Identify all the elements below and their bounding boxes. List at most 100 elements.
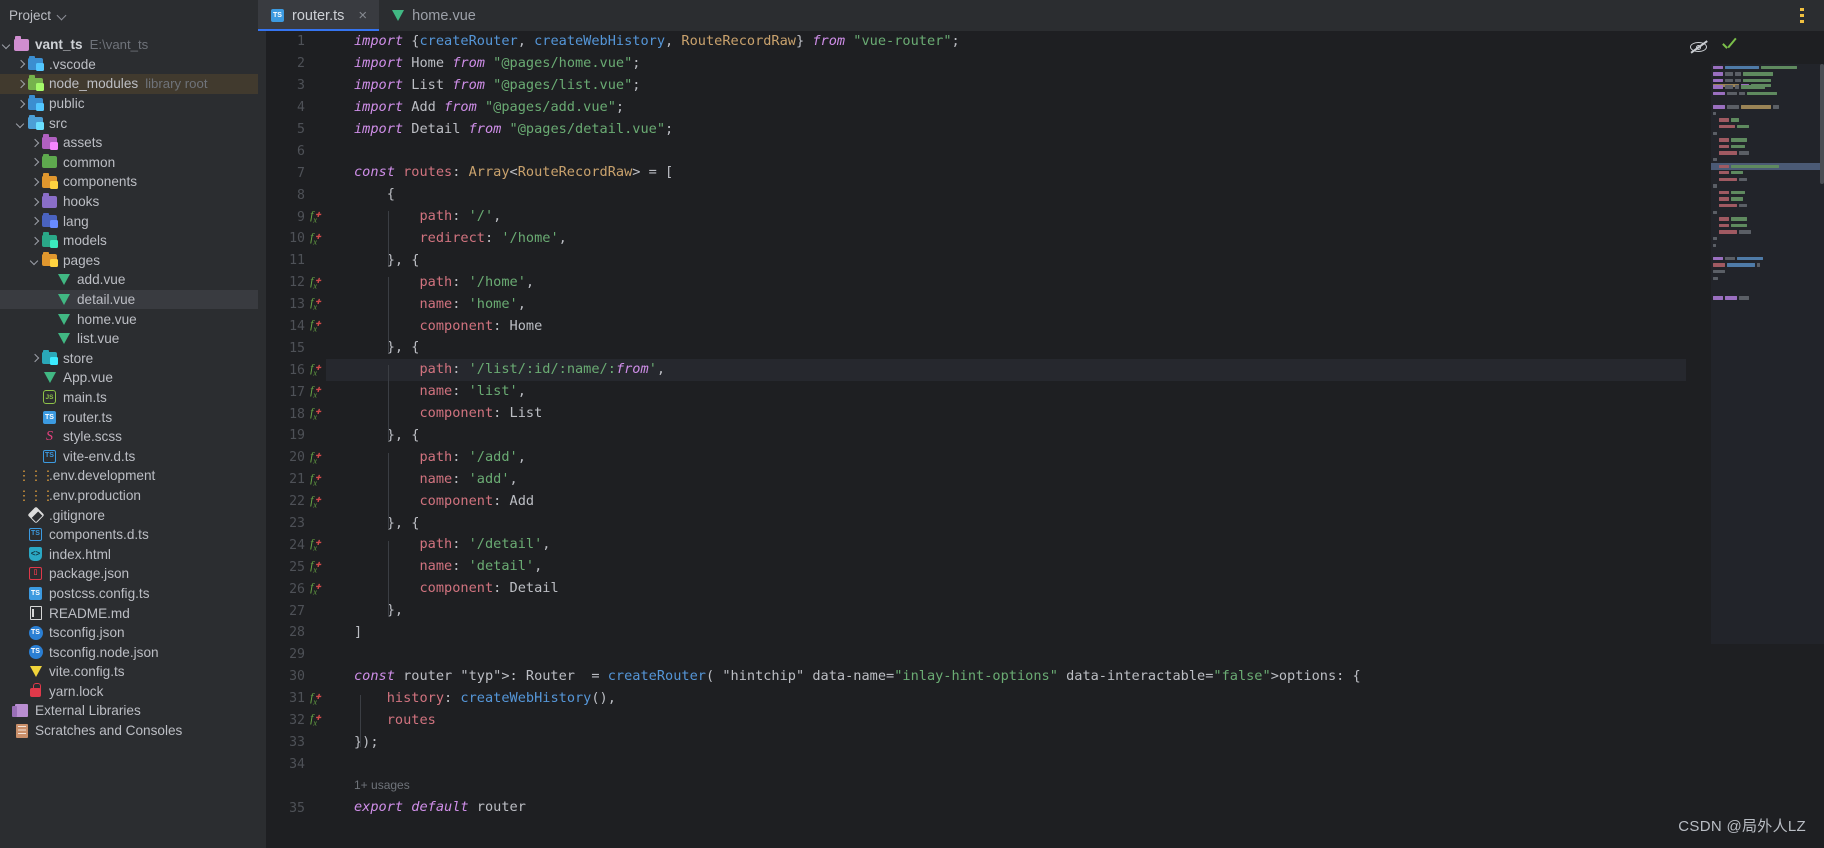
- tree-item-style-scss[interactable]: Sstyle.scss: [0, 427, 258, 447]
- code-line-14[interactable]: component: Home: [354, 316, 1686, 338]
- chevron-right-icon[interactable]: [14, 58, 27, 71]
- gutter-line-29[interactable]: 29fx✚: [258, 644, 326, 666]
- code-line-33[interactable]: });: [354, 732, 1686, 754]
- tree-item-vite-env-d-ts[interactable]: TS vite-env.d.ts: [0, 446, 258, 466]
- code-line-27[interactable]: },: [354, 600, 1686, 622]
- tree-item-assets[interactable]: assets: [0, 133, 258, 153]
- code-content[interactable]: import {createRouter, createWebHistory, …: [326, 31, 1686, 848]
- function-marker-icon[interactable]: fx ✚: [305, 319, 322, 333]
- project-tree[interactable]: vant_ts E:\vant_ts .vscode node_modules libr…: [0, 31, 258, 848]
- gutter-line-35[interactable]: 35fx✚: [258, 797, 326, 819]
- code-editor[interactable]: 1fx✚2fx✚3fx✚4fx✚5fx✚6fx✚7fx✚8fx✚9fx✚10fx…: [258, 31, 1824, 848]
- tree-item-node-modules[interactable]: node_modules library root: [0, 74, 258, 94]
- tab-router-ts[interactable]: TS router.ts ×: [258, 0, 380, 31]
- function-marker-icon[interactable]: fx ✚: [305, 473, 322, 487]
- code-line-30[interactable]: const router "typ">: Router = createRout…: [354, 666, 1686, 688]
- tree-item-app-vue[interactable]: App.vue: [0, 368, 258, 388]
- code-line-19[interactable]: }, {: [354, 425, 1686, 447]
- code-line-32[interactable]: routes: [354, 710, 1686, 732]
- chevron-right-icon[interactable]: [14, 97, 27, 110]
- tree-item--gitignore[interactable]: .gitignore: [0, 505, 258, 525]
- gutter-line-8[interactable]: 8fx✚: [258, 184, 326, 206]
- chevron-down-icon[interactable]: [28, 254, 41, 267]
- tree-item--vscode[interactable]: .vscode: [0, 55, 258, 75]
- tree-item-router-ts[interactable]: TS router.ts: [0, 407, 258, 427]
- tree-item-main-ts[interactable]: main.ts: [0, 388, 258, 408]
- tree-item-pages[interactable]: pages: [0, 251, 258, 271]
- code-line-16[interactable]: path: '/list/:id/:name/:from',: [354, 359, 1686, 382]
- chevron-right-icon[interactable]: [28, 215, 41, 228]
- chevron-down-icon[interactable]: [14, 117, 27, 130]
- code-line-1[interactable]: import {createRouter, createWebHistory, …: [354, 31, 1686, 53]
- chevron-right-icon[interactable]: [28, 156, 41, 169]
- gutter-line-18[interactable]: 18 fx ✚: [258, 403, 326, 425]
- function-marker-icon[interactable]: fx ✚: [305, 363, 322, 377]
- tree-item-common[interactable]: common: [0, 153, 258, 173]
- tree-item-scratches-and-consoles[interactable]: Scratches and Consoles: [0, 721, 258, 741]
- gutter-line-6[interactable]: 6fx✚: [258, 140, 326, 162]
- tree-item--env-development[interactable]: ⋮⋮⋮ .env.development: [0, 466, 258, 486]
- gutter-line-19[interactable]: 19fx✚: [258, 425, 326, 447]
- function-marker-icon[interactable]: fx ✚: [305, 407, 322, 421]
- tree-item-hooks[interactable]: hooks: [0, 192, 258, 212]
- function-marker-icon[interactable]: fx ✚: [305, 232, 322, 246]
- inspections-off-icon[interactable]: [1690, 39, 1708, 54]
- code-line-20[interactable]: path: '/add',: [354, 447, 1686, 469]
- gutter-line-31[interactable]: 31 fx ✚: [258, 688, 326, 710]
- gutter-line-20[interactable]: 20 fx ✚: [258, 447, 326, 469]
- tree-item-list-vue[interactable]: list.vue: [0, 329, 258, 349]
- gutter-line-17[interactable]: 17 fx ✚: [258, 381, 326, 403]
- chevron-down-icon[interactable]: [0, 38, 13, 51]
- chevron-right-icon[interactable]: [28, 195, 41, 208]
- gutter-line-14[interactable]: 14 fx ✚: [258, 316, 326, 338]
- gutter-line-5[interactable]: 5fx✚: [258, 119, 326, 141]
- code-line-15[interactable]: }, {: [354, 337, 1686, 359]
- tree-item-components-d-ts[interactable]: TS components.d.ts: [0, 525, 258, 545]
- tree-item-package-json[interactable]: ▯ package.json: [0, 564, 258, 584]
- gutter-line-2[interactable]: 2fx✚: [258, 53, 326, 75]
- code-line-13[interactable]: name: 'home',: [354, 294, 1686, 316]
- code-line-7[interactable]: const routes: Array<RouteRecordRaw> = [: [354, 162, 1686, 184]
- code-line-3[interactable]: import List from "@pages/list.vue";: [354, 75, 1686, 97]
- tree-item-store[interactable]: store: [0, 349, 258, 369]
- tree-item-tsconfig-node-json[interactable]: TS tsconfig.node.json: [0, 642, 258, 662]
- tree-item-yarn-lock[interactable]: yarn.lock: [0, 682, 258, 702]
- gutter-line-32[interactable]: 32 fx ✚: [258, 710, 326, 732]
- tree-item-tsconfig-json[interactable]: TS tsconfig.json: [0, 623, 258, 643]
- gutter-line-25[interactable]: 25 fx ✚: [258, 556, 326, 578]
- gutter-line-26[interactable]: 26 fx ✚: [258, 578, 326, 600]
- gutter-line-28[interactable]: 28fx✚: [258, 622, 326, 644]
- function-marker-icon[interactable]: fx ✚: [305, 582, 322, 596]
- code-line-22[interactable]: component: Add: [354, 491, 1686, 513]
- function-marker-icon[interactable]: fx ✚: [305, 276, 322, 290]
- close-icon[interactable]: ×: [358, 8, 367, 23]
- gutter-line-30[interactable]: 30fx✚: [258, 666, 326, 688]
- code-line-8[interactable]: {: [354, 184, 1686, 206]
- chevron-right-icon[interactable]: [28, 136, 41, 149]
- chevron-right-icon[interactable]: [28, 234, 41, 247]
- function-marker-icon[interactable]: fx ✚: [305, 385, 322, 399]
- gutter-line-23[interactable]: 23fx✚: [258, 513, 326, 535]
- chevron-right-icon[interactable]: [28, 352, 41, 365]
- code-line-26[interactable]: component: Detail: [354, 578, 1686, 600]
- gutter-line-24[interactable]: 24 fx ✚: [258, 534, 326, 556]
- tree-item-add-vue[interactable]: add.vue: [0, 270, 258, 290]
- code-line-23[interactable]: }, {: [354, 513, 1686, 535]
- gutter-line-21[interactable]: 21 fx ✚: [258, 469, 326, 491]
- gutter-line-16[interactable]: 16 fx ✚: [258, 359, 345, 381]
- tree-item-public[interactable]: public: [0, 94, 258, 114]
- tree-item-vite-config-ts[interactable]: vite.config.ts: [0, 662, 258, 682]
- code-line-11[interactable]: }, {: [354, 250, 1686, 272]
- gutter-line-11[interactable]: 11fx✚: [258, 250, 326, 272]
- code-line-5[interactable]: import Detail from "@pages/detail.vue";: [354, 119, 1686, 141]
- tab-home-vue[interactable]: home.vue: [379, 0, 488, 31]
- gutter-line-10[interactable]: 10 fx ✚: [258, 228, 326, 250]
- project-tool-window-button[interactable]: Project: [0, 0, 258, 31]
- gutter-line-33[interactable]: 33fx✚: [258, 732, 326, 754]
- gutter-line-15[interactable]: 15fx✚: [258, 337, 326, 359]
- code-line-24[interactable]: path: '/detail',: [354, 534, 1686, 556]
- gutter-line-12[interactable]: 12 fx ✚: [258, 272, 326, 294]
- tree-item-components[interactable]: components: [0, 172, 258, 192]
- code-line-28[interactable]: ]: [354, 622, 1686, 644]
- code-line-12[interactable]: path: '/home',: [354, 272, 1686, 294]
